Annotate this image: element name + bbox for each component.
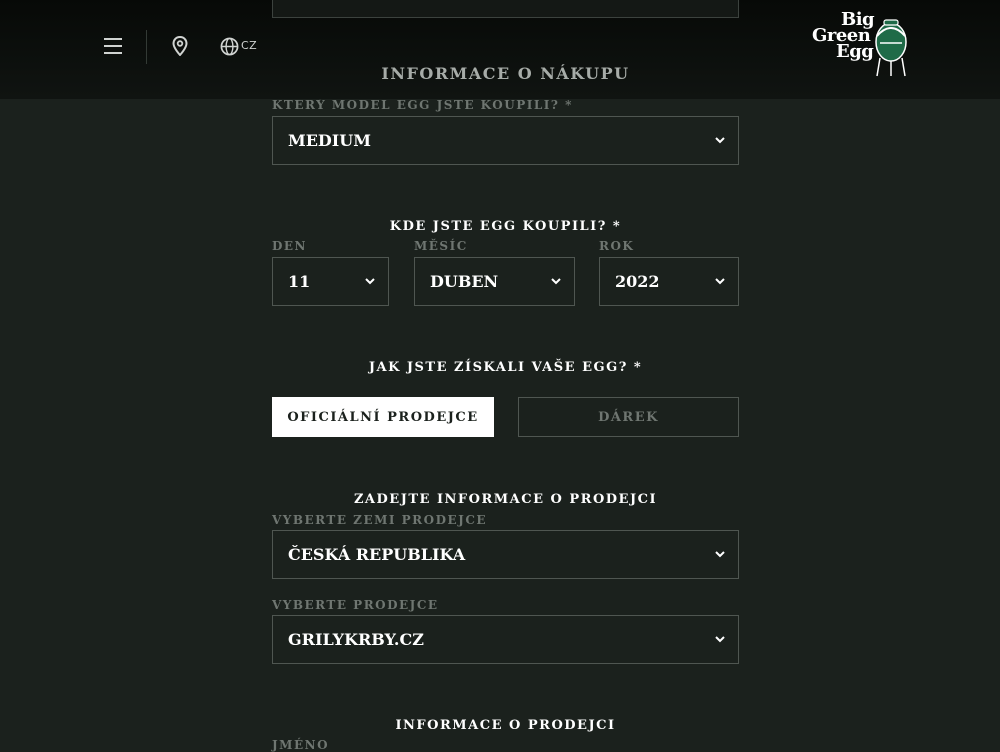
egg-grill-icon (875, 19, 907, 77)
year-label: ROK (599, 239, 635, 253)
big-green-egg-logo[interactable]: Big Green Egg (810, 9, 910, 82)
day-select-value: 11 (288, 272, 311, 291)
model-select[interactable]: MEDIUM (272, 116, 739, 165)
model-select-value: MEDIUM (288, 131, 371, 150)
dealer-select-value: GRILYKRBY.CZ (288, 630, 424, 649)
day-select[interactable]: 11 (272, 257, 389, 306)
header-divider (146, 30, 147, 64)
page-title: INFORMACE O NÁKUPU (381, 64, 630, 83)
acquisition-title: JAK JSTE ZÍSKALI VAŠE EGG? * (368, 360, 643, 375)
chevron-down-icon (551, 278, 561, 285)
model-label: KTERÝ MODEL EGG JSTE KOUPILI? * (272, 98, 573, 112)
chevron-down-icon (715, 636, 725, 643)
chevron-down-icon (715, 551, 725, 558)
scrolled-field-edge (272, 0, 739, 18)
day-label: DEN (272, 239, 308, 253)
dealer-details-title: INFORMACE O PRODEJCI (395, 718, 616, 733)
dealer-select[interactable]: GRILYKRBY.CZ (272, 615, 739, 664)
chevron-down-icon (365, 278, 375, 285)
logo-wordmark: Big Green Egg (812, 9, 875, 62)
year-select-value: 2022 (615, 272, 660, 291)
chevron-down-icon (715, 137, 725, 144)
dealer-country-label: VYBERTE ZEMI PRODEJCE (272, 513, 488, 527)
menu-icon[interactable] (104, 37, 124, 55)
dealer-label: VYBERTE PRODEJCE (272, 598, 439, 612)
month-select[interactable]: DUBEN (414, 257, 575, 306)
globe-icon[interactable] (219, 36, 239, 56)
language-selector[interactable]: CZ (241, 39, 257, 52)
gift-button[interactable]: DÁREK (518, 397, 739, 437)
month-label: MĚSÍC (414, 239, 468, 253)
location-pin-icon[interactable] (170, 35, 190, 57)
chevron-down-icon (715, 278, 725, 285)
purchase-date-title: KDE JSTE EGG KOUPILI? * (389, 219, 622, 234)
year-select[interactable]: 2022 (599, 257, 739, 306)
site-header: CZ Big Green Egg (0, 0, 1000, 99)
month-select-value: DUBEN (430, 272, 499, 291)
official-dealer-button[interactable]: OFICIÁLNÍ PRODEJCE (272, 397, 494, 437)
dealer-info-title: ZADEJTE INFORMACE O PRODEJCI (353, 492, 658, 507)
dealer-country-select[interactable]: ČESKÁ REPUBLIKA (272, 530, 739, 579)
dealer-country-value: ČESKÁ REPUBLIKA (288, 545, 466, 564)
